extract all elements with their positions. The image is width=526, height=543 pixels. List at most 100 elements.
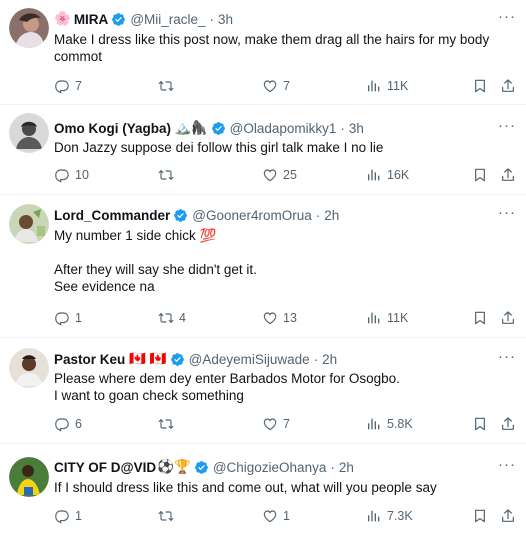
tweet-actions: 1 1 7.3K [54, 507, 516, 525]
timestamp[interactable]: 2h [322, 352, 337, 367]
repost-button[interactable] [158, 507, 179, 525]
timestamp[interactable]: 3h [218, 12, 233, 27]
more-icon[interactable]: ··· [498, 456, 516, 473]
more-icon[interactable]: ··· [498, 8, 516, 25]
author-handle[interactable]: @ChigozieOhanya [213, 460, 327, 475]
repost-icon [158, 310, 174, 326]
reply-icon [54, 167, 70, 183]
verified-badge-icon [111, 12, 126, 27]
like-button[interactable]: 1 [262, 507, 290, 525]
like-button[interactable]: 13 [262, 309, 297, 327]
author-handle[interactable]: @AdeyemiSijuwade [189, 352, 310, 367]
avatar[interactable] [9, 204, 49, 244]
author-name[interactable]: Pastor Keu [54, 352, 125, 367]
like-icon [262, 78, 278, 94]
like-button[interactable]: 7 [262, 415, 290, 433]
more-icon[interactable]: ··· [498, 204, 516, 221]
bookmark-icon [472, 310, 488, 326]
repost-icon [158, 416, 174, 432]
like-button[interactable]: 25 [262, 166, 297, 184]
share-button[interactable] [500, 166, 516, 184]
tweet-text: If I should dress like this and come out… [54, 480, 437, 495]
tweet-actions: 1 4 13 11K [54, 309, 516, 327]
like-button[interactable]: 7 [262, 77, 290, 95]
tweet[interactable]: Lord_Commander @Gooner4romOrua · 2h ··· … [0, 195, 526, 338]
tweet[interactable]: CITY OF D@VID ⚽🏆 @ChigozieOhanya · 2h ··… [0, 444, 526, 543]
tweet-text: Please where dem dey enter Barbados Moto… [54, 371, 400, 403]
repost-icon [158, 167, 174, 183]
like-icon [262, 416, 278, 432]
repost-icon [158, 78, 174, 94]
avatar[interactable] [9, 113, 49, 153]
more-icon[interactable]: ··· [498, 117, 516, 134]
share-icon [500, 310, 516, 326]
repost-button[interactable] [158, 77, 179, 95]
author-name[interactable]: Omo Kogi (Yagba) [54, 121, 171, 136]
reply-button[interactable]: 1 [54, 309, 82, 327]
author-handle[interactable]: @Gooner4romOrua [192, 208, 312, 223]
avatar[interactable] [9, 8, 49, 48]
share-button[interactable] [500, 77, 516, 95]
bookmark-button[interactable] [472, 166, 488, 184]
author-name[interactable]: CITY OF D@VID [54, 460, 156, 475]
bookmark-icon [472, 508, 488, 524]
tweet[interactable]: Pastor Keu 🇨🇦 🇨🇦 @AdeyemiSijuwade · 2h ·… [0, 338, 526, 444]
canada-flag-emoji: 🇨🇦 🇨🇦 [129, 351, 167, 366]
author-handle[interactable]: @Oladapomikky1 [230, 121, 337, 136]
repost-button[interactable] [158, 166, 179, 184]
share-icon [500, 78, 516, 94]
avatar[interactable] [9, 348, 49, 388]
like-count: 7 [283, 417, 290, 431]
reply-icon [54, 508, 70, 524]
reply-count: 1 [75, 509, 82, 523]
bookmark-button[interactable] [472, 77, 488, 95]
separator-dot: · [340, 120, 345, 136]
views-button[interactable]: 11K [366, 77, 408, 95]
author-handle[interactable]: @Mii_racle_ [130, 12, 205, 27]
reply-button[interactable]: 7 [54, 77, 82, 95]
reply-button[interactable]: 1 [54, 507, 82, 525]
views-button[interactable]: 16K [366, 166, 409, 184]
timestamp[interactable]: 3h [349, 121, 364, 136]
more-icon[interactable]: ··· [498, 348, 516, 365]
views-count: 16K [387, 168, 410, 182]
like-count: 7 [283, 79, 290, 93]
verified-badge-icon [194, 460, 209, 475]
tweet-text: Don Jazzy suppose dei follow this girl t… [54, 140, 384, 155]
reply-button[interactable]: 6 [54, 415, 82, 433]
like-count: 1 [283, 509, 290, 523]
share-button[interactable] [500, 415, 516, 433]
author-name[interactable]: Lord_Commander [54, 208, 170, 223]
share-button[interactable] [500, 507, 516, 525]
repost-icon [158, 508, 174, 524]
tweet-header: 🌸 MIRA @Mii_racle_ · 3h [54, 9, 233, 29]
repost-button[interactable] [158, 415, 179, 433]
bookmark-button[interactable] [472, 507, 488, 525]
author-name[interactable]: MIRA [74, 12, 109, 27]
share-button[interactable] [500, 309, 516, 327]
views-button[interactable]: 7.3K [366, 507, 413, 525]
views-button[interactable]: 11K [366, 309, 408, 327]
bookmark-button[interactable] [472, 309, 488, 327]
share-icon [500, 167, 516, 183]
views-icon [366, 310, 382, 326]
timestamp[interactable]: 2h [324, 208, 339, 223]
share-icon [500, 508, 516, 524]
reply-button[interactable]: 10 [54, 166, 89, 184]
avatar[interactable] [9, 457, 49, 497]
tweet-actions: 10 25 16K [54, 166, 516, 184]
repost-count: 4 [179, 311, 186, 325]
like-count: 13 [283, 311, 297, 325]
tweet[interactable]: 🌸 MIRA @Mii_racle_ · 3h ··· Make I dress… [0, 0, 526, 105]
like-count: 25 [283, 168, 297, 182]
views-button[interactable]: 5.8K [366, 415, 413, 433]
bookmark-button[interactable] [472, 415, 488, 433]
tweet-header: Omo Kogi (Yagba) 🏔️🦍 @Oladapomikky1 · 3h [54, 118, 364, 138]
verified-badge-icon [173, 208, 188, 223]
tweet[interactable]: Omo Kogi (Yagba) 🏔️🦍 @Oladapomikky1 · 3h… [0, 105, 526, 195]
views-icon [366, 78, 382, 94]
reply-icon [54, 78, 70, 94]
repost-button[interactable]: 4 [158, 309, 186, 327]
timestamp[interactable]: 2h [339, 460, 354, 475]
bookmark-icon [472, 167, 488, 183]
